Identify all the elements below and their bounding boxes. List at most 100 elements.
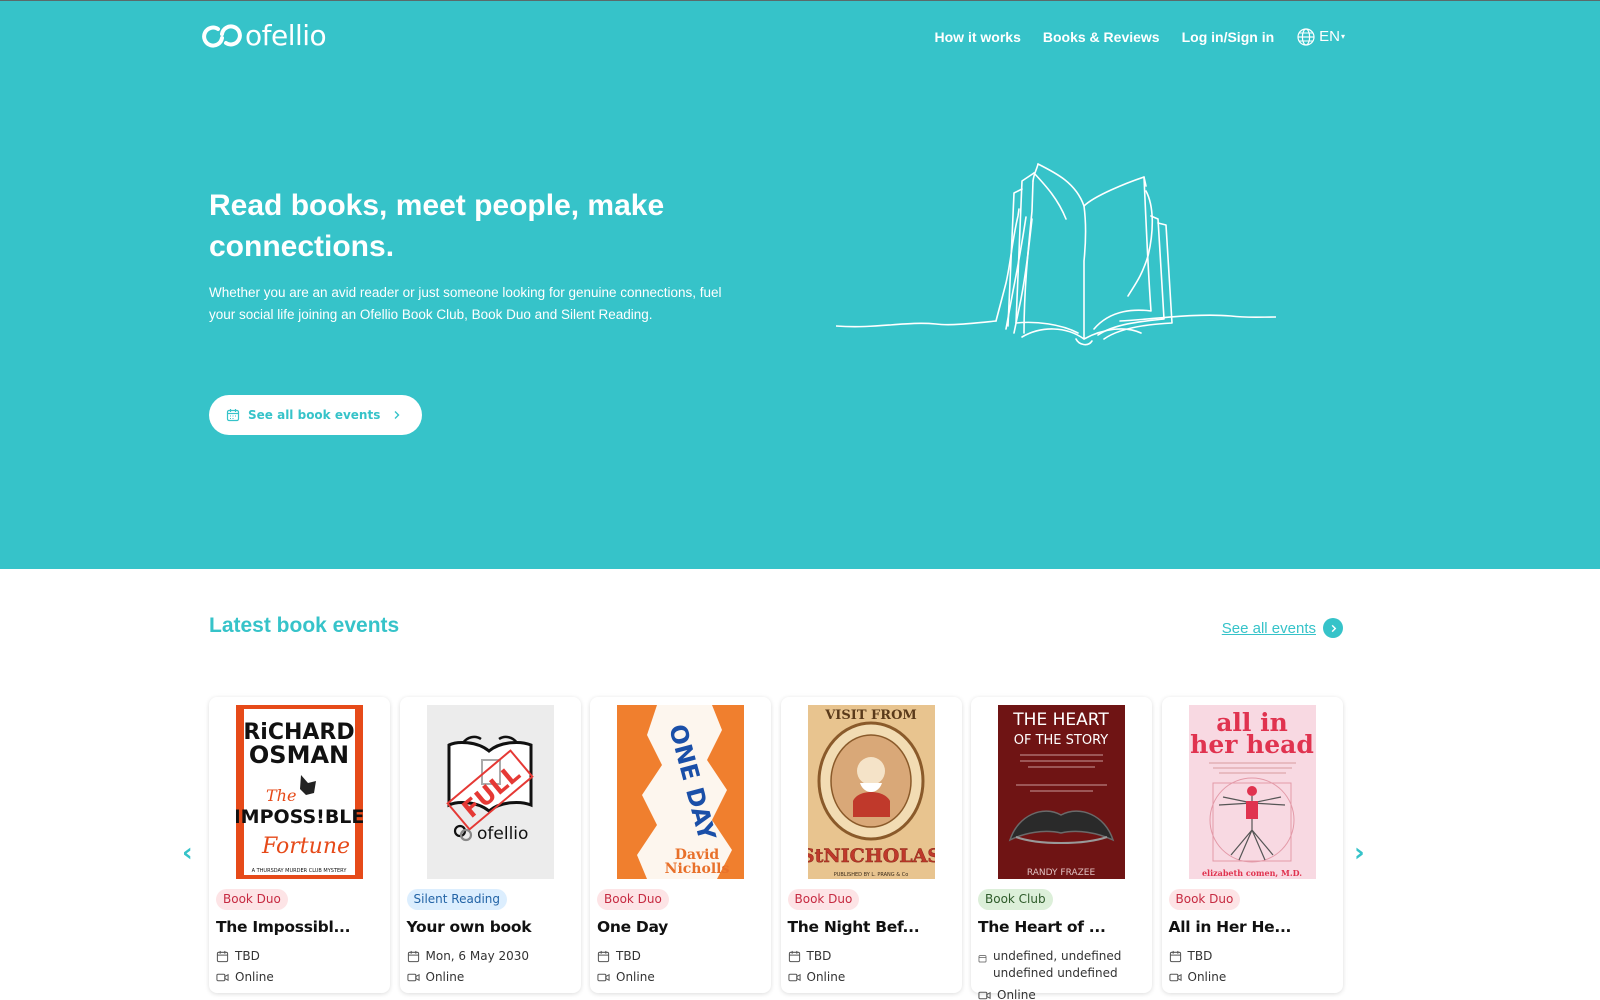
event-type-badge: Book Duo [787, 889, 860, 910]
event-location-text: Online [997, 988, 1036, 1000]
event-card[interactable]: FULL ofellio Silent Reading Your own boo… [399, 697, 581, 993]
video-camera-icon [1168, 973, 1182, 982]
event-date-text: TBD [806, 949, 832, 963]
event-location: Online [787, 969, 846, 986]
event-date: TBD [788, 948, 832, 965]
book-cover-image: THE HEART OF THE STORY RANDY FRAZEE [998, 705, 1125, 879]
arrow-right-icon [1323, 618, 1343, 638]
event-location: Online [216, 969, 274, 986]
event-card[interactable]: RiCHARD OSMAN The IMPOSS!BLE Fortune A T… [209, 697, 390, 993]
chevron-right-icon [394, 411, 400, 419]
logo-text: ofellio [245, 19, 327, 52]
event-type-badge: Book Club [978, 889, 1053, 910]
calendar-icon [407, 950, 419, 963]
svg-text:The: The [266, 786, 296, 805]
nav-books-reviews[interactable]: Books & Reviews [1043, 25, 1160, 49]
see-all-book-events-button[interactable]: See all book events [209, 395, 423, 435]
event-type-badge: Book Duo [597, 889, 669, 910]
event-location-text: Online [235, 970, 274, 984]
calendar-icon [978, 955, 987, 963]
calendar-icon [226, 409, 240, 422]
event-date-text: TBD [235, 949, 260, 963]
svg-text:Fortune: Fortune [261, 834, 350, 859]
event-card[interactable]: all in her head elizabeth comen, M.D. Bo… [1161, 697, 1343, 993]
svg-text:ofellio: ofellio [477, 824, 528, 844]
book-cover-image: RiCHARD OSMAN The IMPOSS!BLE Fortune A T… [236, 705, 363, 879]
svg-text:THE HEART: THE HEART [1012, 710, 1109, 730]
language-selector[interactable]: EN ▾ [1296, 25, 1345, 49]
video-camera-icon [597, 973, 610, 982]
see-all-book-events-label: See all book events [248, 408, 381, 422]
event-location-text: Online [616, 970, 655, 984]
event-title: Your own book [406, 918, 532, 936]
event-title: All in Her He... [1168, 918, 1292, 936]
event-date: TBD [597, 948, 641, 965]
event-type-badge: Book Duo [1168, 889, 1241, 910]
event-date-text: undefined, undefined undefined undefined [993, 949, 1122, 980]
event-location-text: Online [806, 970, 846, 984]
calendar-icon [788, 950, 800, 963]
event-title: One Day [597, 918, 668, 936]
event-type-badge: Silent Reading [406, 889, 508, 910]
svg-text:RANDY FRAZEE: RANDY FRAZEE [1027, 868, 1096, 878]
event-title: The Impossibl... [216, 918, 351, 936]
event-title: The Night Bef... [787, 918, 920, 936]
open-book-illustration [836, 163, 1276, 346]
nav-login[interactable]: Log in/Sign in [1182, 25, 1275, 49]
book-cover-image: VISIT FROM StNICHOLAS PUBLISHED BY L. PR… [807, 705, 935, 879]
svg-text:IMPOSS!BLE: IMPOSS!BLE [236, 806, 363, 828]
svg-text:StNICHOLAS: StNICHOLAS [808, 845, 935, 867]
see-all-events-label: See all events [1221, 619, 1316, 637]
book-cover-image: all in her head elizabeth comen, M.D. [1188, 705, 1316, 879]
caret-down-icon: ▾ [1340, 32, 1345, 41]
video-camera-icon [406, 973, 420, 982]
event-location: Online [406, 969, 464, 986]
page: ofellio How it works Books & Reviews Log… [0, 0, 1600, 1000]
event-location: Online [1168, 969, 1227, 986]
nav-how-it-works[interactable]: How it works [935, 25, 1021, 49]
svg-text:elizabeth comen, M.D.: elizabeth comen, M.D. [1201, 868, 1301, 878]
event-date-text: Mon, 6 May 2030 [425, 949, 530, 963]
language-label: EN [1319, 28, 1340, 45]
event-location: Online [978, 987, 1036, 1000]
hero-title: Read books, meet people, make connection… [209, 189, 665, 263]
book-cover-image: FULL ofellio [426, 705, 554, 879]
carousel-prev-arrow-icon[interactable]: ‹ [182, 840, 193, 866]
nav-links: How it works Books & Reviews Log in/Sign… [913, 25, 1345, 49]
event-location-text: Online [1187, 970, 1227, 984]
svg-text:PUBLISHED BY L. PRANG & Co: PUBLISHED BY L. PRANG & Co [833, 872, 908, 878]
event-date: TBD [216, 948, 260, 965]
hero-section: ofellio How it works Books & Reviews Log… [0, 0, 1600, 569]
event-date: Mon, 6 May 2030 [407, 948, 530, 965]
events-carousel: RiCHARD OSMAN The IMPOSS!BLE Fortune A T… [209, 697, 1352, 1000]
svg-text:VISIT FROM: VISIT FROM [824, 708, 917, 723]
calendar-icon [597, 950, 610, 963]
book-cover-image: ONE DAY David Nicholls [617, 705, 744, 879]
event-date: TBD [1169, 948, 1212, 965]
event-date: undefined, undefined undefined undefined [978, 948, 1148, 982]
event-type-badge: Book Duo [216, 889, 288, 910]
video-camera-icon [787, 973, 801, 982]
carousel-next-arrow-icon[interactable]: › [1354, 840, 1365, 866]
globe-icon [1297, 28, 1315, 46]
calendar-icon [1169, 950, 1181, 963]
calendar-icon [216, 950, 229, 963]
event-card[interactable]: VISIT FROM StNICHOLAS PUBLISHED BY L. PR… [780, 697, 962, 993]
svg-text:Nicholls: Nicholls [665, 861, 730, 877]
logo[interactable]: ofellio [202, 19, 327, 53]
event-date-text: TBD [616, 949, 641, 963]
svg-text:OSMAN: OSMAN [249, 741, 349, 769]
event-card[interactable]: ONE DAY David Nicholls Book Duo One Day … [590, 697, 771, 993]
svg-text:her head: her head [1190, 730, 1314, 759]
logo-rings-icon [202, 24, 242, 48]
event-location: Online [597, 969, 655, 986]
hero-subtitle: Whether you are an avid reader or just s… [209, 285, 722, 322]
svg-text:A THURSDAY MURDER CLUB MYSTERY: A THURSDAY MURDER CLUB MYSTERY [252, 868, 348, 874]
event-title: The Heart of ... [978, 918, 1106, 936]
video-camera-icon [216, 973, 229, 982]
event-card[interactable]: THE HEART OF THE STORY RANDY FRAZEE Book… [971, 697, 1152, 1000]
svg-text:OF THE STORY: OF THE STORY [1014, 733, 1109, 748]
video-camera-icon [978, 991, 991, 1000]
see-all-events-link[interactable]: See all events [1222, 618, 1343, 638]
top-nav: ofellio How it works Books & Reviews Log… [0, 1, 1600, 75]
